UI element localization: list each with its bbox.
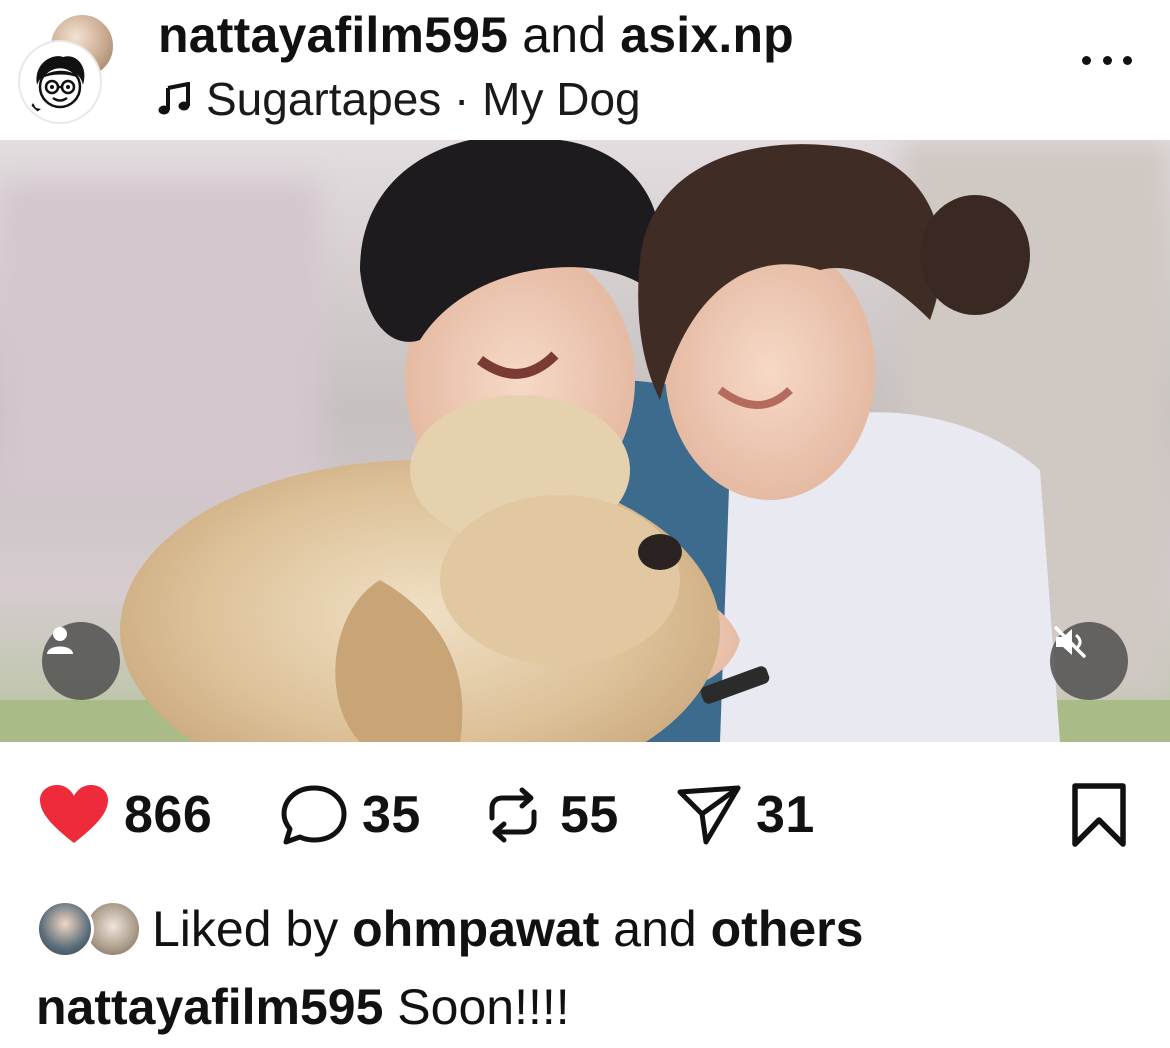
post-media[interactable] (0, 140, 1170, 742)
tagged-users-button[interactable] (42, 622, 120, 700)
like-button[interactable]: 866 (38, 782, 212, 848)
liked-by-avatars (36, 896, 146, 962)
liked-by-prefix: Liked by (152, 901, 339, 957)
liker-avatar (36, 900, 94, 958)
liked-by-connector: and (613, 901, 697, 957)
post-actions: 866 35 55 31 (0, 760, 1170, 870)
title-connector: and (522, 7, 607, 63)
more-options-icon (1082, 55, 1091, 65)
music-note-icon (158, 82, 190, 115)
author-avatars[interactable] (20, 12, 120, 122)
share-count: 31 (756, 786, 815, 844)
comment-bubble-icon (281, 785, 347, 845)
bookmark-icon (1072, 783, 1126, 847)
speaker-muted-icon (1054, 626, 1086, 658)
mute-toggle-button[interactable] (1050, 622, 1128, 700)
music-label: Sugartapes · My Dog (206, 73, 641, 125)
post: nattayafilm595 and asix.np Sugartapes · My… (0, 0, 1170, 1048)
user-tag-icon (47, 627, 73, 654)
more-options-button[interactable] (1082, 50, 1132, 70)
repost-arrows-icon (489, 787, 537, 843)
paper-plane-icon (677, 785, 741, 845)
video-frame (0, 140, 1170, 742)
caption-author[interactable]: nattayafilm595 (36, 979, 383, 1035)
author-avatar[interactable] (20, 42, 100, 122)
cartoon-face-icon (25, 56, 85, 117)
comment-button[interactable]: 35 (280, 782, 421, 848)
author-username[interactable]: nattayafilm595 (158, 7, 508, 63)
comment-count: 35 (362, 786, 421, 844)
music-attribution[interactable]: Sugartapes · My Dog (158, 72, 641, 126)
collaborator-username[interactable]: asix.np (620, 7, 794, 63)
caption-text: Soon!!!! (397, 979, 570, 1035)
liked-by-text: Liked by ohmpawat and others (152, 900, 863, 958)
liked-by[interactable]: Liked by ohmpawat and others (36, 896, 863, 962)
like-count: 866 (124, 786, 213, 844)
post-caption: nattayafilm595 Soon!!!! (36, 978, 570, 1036)
repost-button[interactable]: 55 (480, 782, 619, 848)
repost-count: 55 (560, 786, 619, 844)
liked-by-user[interactable]: ohmpawat (352, 901, 599, 957)
heart-filled-icon (40, 785, 108, 843)
save-button[interactable] (1070, 782, 1128, 848)
liked-by-others[interactable]: others (711, 901, 864, 957)
post-header: nattayafilm595 and asix.np Sugartapes · My… (0, 0, 1170, 140)
post-title: nattayafilm595 and asix.np (158, 6, 794, 64)
share-button[interactable]: 31 (676, 782, 815, 848)
